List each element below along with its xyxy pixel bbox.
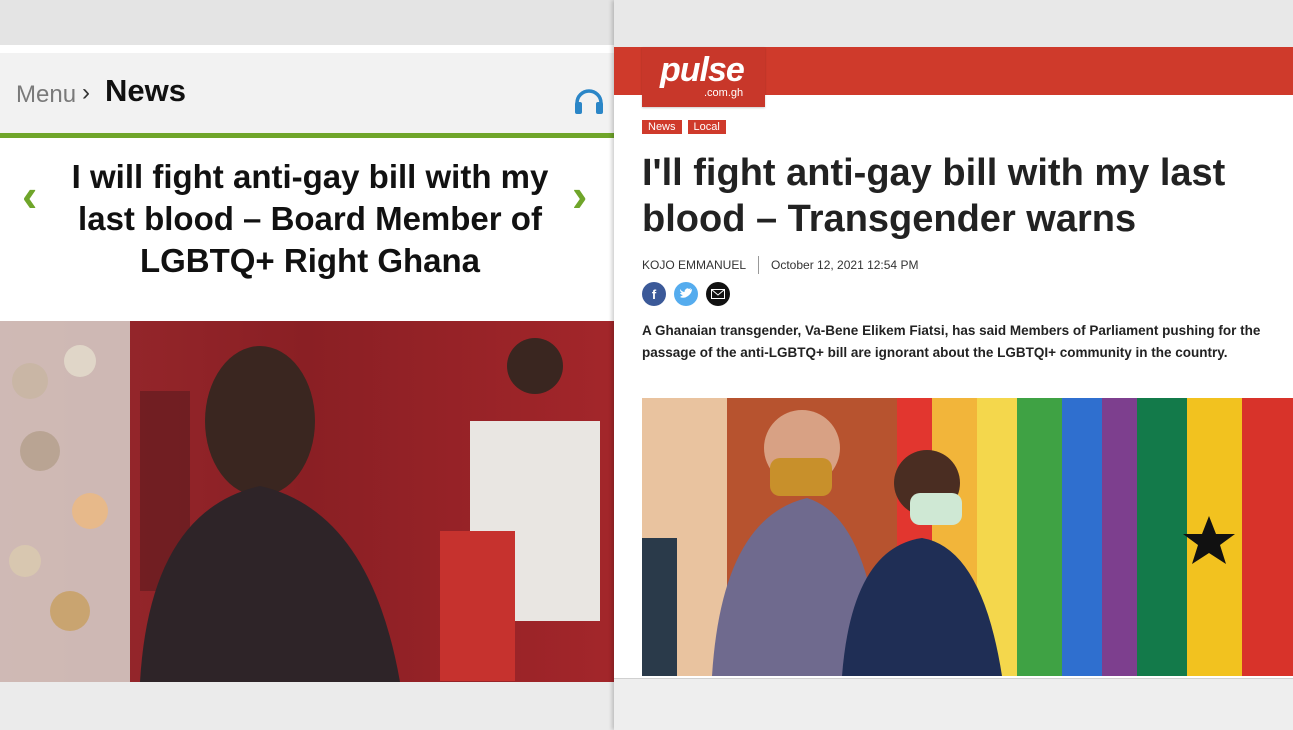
screen: Menu › News ‹ I will fight anti-gay bill… xyxy=(0,0,1293,730)
article-tags: News Local xyxy=(642,120,726,134)
nav-item-sports[interactable]: Sports xyxy=(1072,112,1110,126)
article-photo xyxy=(642,398,1293,676)
publish-date: October 12, 2021 12:54 PM xyxy=(771,258,919,272)
bottom-bar xyxy=(0,682,614,730)
nav-item-entertainment[interactable]: Entertainment xyxy=(912,112,993,126)
logo-domain: .com.gh xyxy=(704,87,744,99)
twitter-icon[interactable] xyxy=(674,282,698,306)
article-lede: A Ghanaian transgender, Va-Bene Elikem F… xyxy=(642,323,1261,360)
article-photo xyxy=(0,321,614,682)
top-bar xyxy=(614,0,1293,47)
nav-item-quizzes[interactable]: Quizzes xyxy=(1194,112,1239,126)
article-title: I will fight anti-gay bill with my last … xyxy=(71,158,549,279)
author-name[interactable]: KOJO EMMANUEL xyxy=(642,258,746,272)
article-title: I'll fight anti-gay bill with my last bl… xyxy=(642,152,1226,240)
chevron-right-icon[interactable]: › xyxy=(572,168,587,222)
site-header: Menu › News xyxy=(0,45,614,133)
left-article-panel: Menu › News ‹ I will fight anti-gay bill… xyxy=(0,0,614,730)
section-title[interactable]: News xyxy=(105,73,186,109)
email-icon[interactable] xyxy=(706,282,730,306)
tag-news[interactable]: News xyxy=(642,120,682,134)
logo-word: pulse xyxy=(660,51,745,89)
breadcrumb-separator: › xyxy=(82,79,90,106)
nav-item-news[interactable]: News xyxy=(866,112,897,126)
nav-item-business[interactable]: Business xyxy=(1125,112,1178,126)
menu-link[interactable]: Menu xyxy=(16,81,76,109)
pulse-logo[interactable]: pulse .com.gh xyxy=(642,47,765,107)
byline: KOJO EMMANUEL October 12, 2021 12:54 PM xyxy=(642,256,918,274)
share-buttons: f xyxy=(642,282,730,306)
article-title-area: ‹ I will fight anti-gay bill with my las… xyxy=(0,138,614,321)
tag-local[interactable]: Local xyxy=(687,120,726,134)
facebook-icon[interactable]: f xyxy=(642,282,666,306)
top-bar xyxy=(0,0,614,45)
headphones-icon[interactable] xyxy=(572,83,606,117)
main-nav: News | Entertainment | Lifestyle | Sport… xyxy=(865,112,1239,126)
nav-item-lifestyle[interactable]: Lifestyle xyxy=(1008,112,1057,126)
byline-divider xyxy=(758,256,760,274)
chevron-left-icon[interactable]: ‹ xyxy=(22,168,37,222)
bottom-bar xyxy=(614,678,1293,730)
right-article-panel: News | Entertainment | Lifestyle | Sport… xyxy=(614,0,1293,730)
